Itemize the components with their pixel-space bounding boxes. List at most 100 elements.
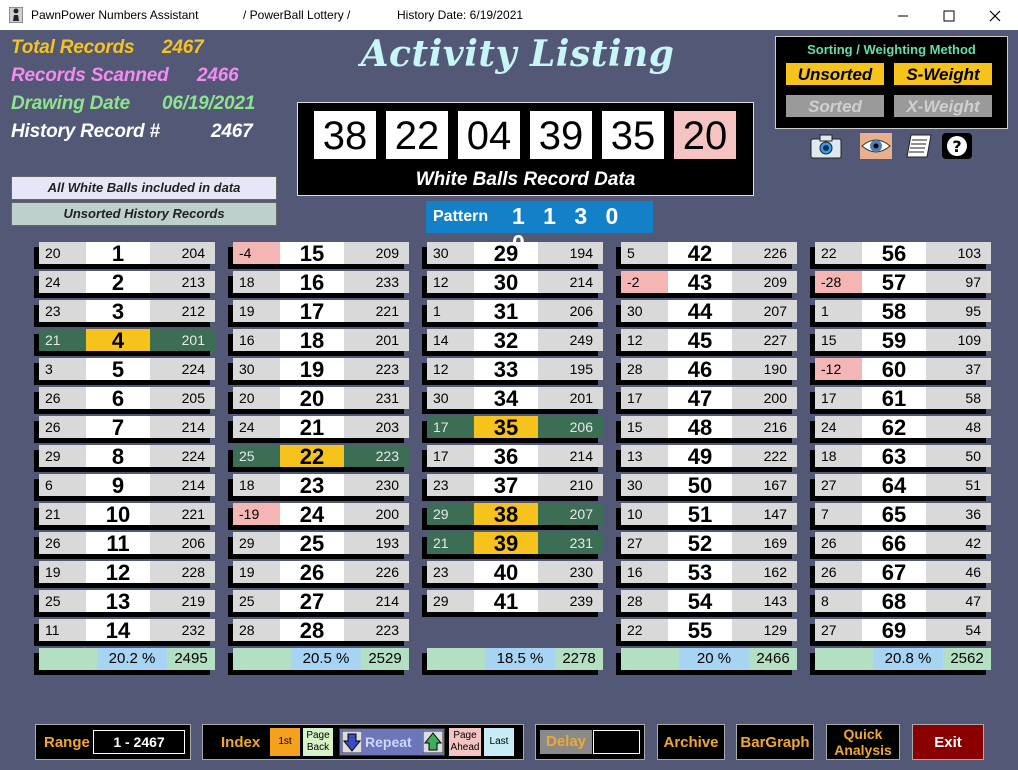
number-row[interactable]: 2340230 [427, 561, 603, 583]
number-row[interactable]: 3034201 [427, 387, 603, 409]
number-row[interactable]: 1230214 [427, 271, 603, 293]
number-row[interactable]: 1917221 [233, 300, 409, 322]
number-row[interactable]: 242213 [39, 271, 215, 293]
number-row[interactable]: 1051147 [621, 503, 797, 525]
number-row[interactable]: 298224 [39, 445, 215, 467]
number-row[interactable]: 266746 [815, 561, 991, 583]
all-white-balls-button[interactable]: All White Balls included in data [11, 176, 277, 200]
number-row[interactable]: 1926226 [233, 561, 409, 583]
bargraph-button[interactable]: BarGraph [736, 724, 814, 760]
number-row[interactable]: 2527214 [233, 590, 409, 612]
number-row[interactable]: 1432249 [427, 329, 603, 351]
unsorted-button[interactable]: Unsorted [786, 63, 884, 85]
page-ahead-button[interactable]: Page Ahead [449, 728, 481, 756]
ball-number: 58 [862, 300, 926, 322]
number-row[interactable]: 2110221 [39, 503, 215, 525]
sorted-button[interactable]: Sorted [786, 95, 884, 117]
number-row[interactable]: 2337210 [427, 474, 603, 496]
first-button[interactable]: 1st [270, 728, 300, 756]
number-row[interactable]: 2256103 [815, 242, 991, 264]
number-row[interactable]: 1114232 [39, 619, 215, 641]
number-row[interactable]: 2854143 [621, 590, 797, 612]
maximize-button[interactable] [926, 0, 972, 30]
number-row[interactable]: 1736214 [427, 445, 603, 467]
number-row[interactable]: 1747200 [621, 387, 797, 409]
delay-input[interactable] [593, 730, 640, 754]
repeat-button[interactable]: Repeat [339, 728, 445, 756]
unsorted-history-button[interactable]: Unsorted History Records [11, 202, 277, 226]
number-row[interactable]: 2828223 [233, 619, 409, 641]
number-row[interactable]: 1618201 [233, 329, 409, 351]
quick-analysis-button[interactable]: Quick Analysis [826, 724, 900, 760]
number-row[interactable]: 276954 [815, 619, 991, 641]
number-row[interactable]: 131206 [427, 300, 603, 322]
number-row[interactable]: 76536 [815, 503, 991, 525]
number-row[interactable]: 69214 [39, 474, 215, 496]
number-row[interactable]: 2925193 [233, 532, 409, 554]
ball-number: 31 [474, 300, 538, 322]
number-row[interactable]: 1349222 [621, 445, 797, 467]
number-row[interactable]: 2938207 [427, 503, 603, 525]
number-row[interactable]: 2522223 [233, 445, 409, 467]
number-row[interactable]: 214201 [39, 329, 215, 351]
number-row[interactable]: -415209 [233, 242, 409, 264]
range-input[interactable]: 1 - 2467 [93, 730, 185, 754]
skip-count: 22 [815, 242, 862, 264]
number-row[interactable]: 1548216 [621, 416, 797, 438]
last-button[interactable]: Last [484, 728, 514, 756]
exit-button[interactable]: Exit [912, 724, 984, 760]
number-row[interactable]: 2846190 [621, 358, 797, 380]
number-row[interactable]: 15895 [815, 300, 991, 322]
help-button[interactable]: ? [941, 133, 973, 159]
number-row[interactable]: 1245227 [621, 329, 797, 351]
number-row[interactable]: 1735206 [427, 416, 603, 438]
number-row[interactable]: 3029194 [427, 242, 603, 264]
skip-count: 18 [815, 445, 862, 467]
column-percent: 20 % [679, 648, 749, 670]
number-row[interactable]: 542226 [621, 242, 797, 264]
number-row[interactable]: 3019223 [233, 358, 409, 380]
number-row[interactable]: 176158 [815, 387, 991, 409]
number-row[interactable]: 233212 [39, 300, 215, 322]
number-row[interactable]: 186350 [815, 445, 991, 467]
archive-button[interactable]: Archive [657, 724, 725, 760]
number-row[interactable]: 266642 [815, 532, 991, 554]
minimize-button[interactable] [880, 0, 926, 30]
number-row[interactable]: -243209 [621, 271, 797, 293]
number-row[interactable]: 1816233 [233, 271, 409, 293]
page-back-button[interactable]: Page Back [303, 728, 333, 756]
number-row[interactable]: 2421203 [233, 416, 409, 438]
number-row[interactable]: 35224 [39, 358, 215, 380]
number-row[interactable]: 2752169 [621, 532, 797, 554]
number-row[interactable]: 266205 [39, 387, 215, 409]
close-button[interactable] [972, 0, 1018, 30]
number-row[interactable]: -285797 [815, 271, 991, 293]
camera-button[interactable] [810, 133, 842, 159]
ball-number: 15 [280, 242, 344, 264]
number-row[interactable]: 1912228 [39, 561, 215, 583]
number-row[interactable]: 3050167 [621, 474, 797, 496]
number-row[interactable]: -1924200 [233, 503, 409, 525]
number-row[interactable]: 276451 [815, 474, 991, 496]
number-row[interactable]: 2139231 [427, 532, 603, 554]
eye-button[interactable] [860, 133, 892, 159]
number-row[interactable]: 267214 [39, 416, 215, 438]
number-row[interactable]: 1559109 [815, 329, 991, 351]
x-weight-button[interactable]: X-Weight [894, 95, 992, 117]
number-row[interactable]: 1823230 [233, 474, 409, 496]
number-row[interactable]: 2255129 [621, 619, 797, 641]
skip-count: 24 [233, 416, 280, 438]
number-row[interactable]: 1653162 [621, 561, 797, 583]
number-row[interactable]: 201204 [39, 242, 215, 264]
number-row[interactable]: 246248 [815, 416, 991, 438]
notes-button[interactable] [903, 133, 935, 159]
number-row[interactable]: 3044207 [621, 300, 797, 322]
s-weight-button[interactable]: S-Weight [894, 63, 992, 85]
number-row[interactable]: 2513219 [39, 590, 215, 612]
number-row[interactable]: 2611206 [39, 532, 215, 554]
number-row[interactable]: 86847 [815, 590, 991, 612]
number-row[interactable]: 2020231 [233, 387, 409, 409]
number-row[interactable]: 1233195 [427, 358, 603, 380]
number-row[interactable]: -126037 [815, 358, 991, 380]
number-row[interactable]: 2941239 [427, 590, 603, 612]
